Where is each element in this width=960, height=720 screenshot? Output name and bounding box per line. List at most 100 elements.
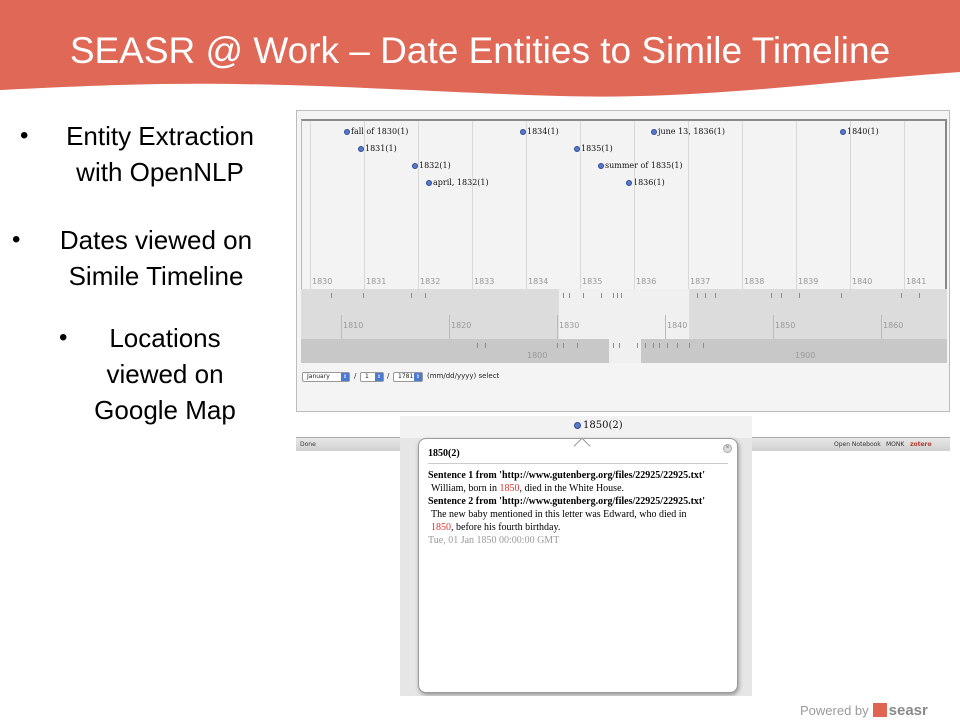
- event-tick: [771, 293, 772, 298]
- title-banner: SEASR @ Work – Date Entities to Simile T…: [0, 0, 960, 100]
- sentence-2-body: The new baby mentioned in this letter wa…: [431, 509, 687, 533]
- event-tick: [705, 293, 706, 298]
- event-marker-icon: [574, 422, 581, 429]
- event-marker-icon: [840, 129, 846, 135]
- event-tick: [667, 343, 668, 348]
- event-tick: [557, 343, 558, 348]
- bullet-dot-icon: •: [59, 324, 68, 351]
- decade-gridline: [881, 315, 882, 339]
- monk-label: MONK: [886, 441, 905, 448]
- day-select[interactable]: 1 ⇕: [360, 372, 384, 382]
- century-label: 1800: [527, 351, 548, 360]
- year-gridline: [580, 121, 581, 291]
- bullet-line: Dates viewed on: [59, 225, 253, 255]
- date-highlight: 1850: [499, 483, 520, 494]
- bullet-locations-map: • Locations viewed on Google Map: [55, 320, 275, 428]
- decade-label: 1820: [451, 321, 472, 330]
- year-label: 1837: [690, 277, 711, 286]
- event-tick: [613, 293, 614, 298]
- month-select[interactable]: January ⇕: [302, 372, 350, 382]
- decade-label: 1860: [883, 321, 904, 330]
- event-tick: [563, 293, 564, 298]
- year-label: 1830: [312, 277, 333, 286]
- open-notebook-link[interactable]: Open Notebook: [834, 441, 881, 448]
- bullet-dates-timeline: • Dates viewed on Simile Timeline: [12, 222, 300, 294]
- event-tick: [621, 293, 622, 298]
- timeline-decade-band[interactable]: 1810 1820 1830 1840 1850 1860: [301, 289, 947, 339]
- decade-label: 1810: [343, 321, 364, 330]
- event-tick: [617, 293, 618, 298]
- bullet-line: Simile Timeline: [68, 261, 244, 291]
- event-datetime: Tue, 01 Jan 1850 00:00:00 GMT: [428, 535, 560, 546]
- zotero-logo[interactable]: zotero: [910, 441, 932, 448]
- date-separator: /: [354, 372, 357, 380]
- dropdown-arrow-icon: ⇕: [341, 373, 349, 381]
- event-tick: [841, 293, 842, 298]
- popup-event-marker[interactable]: 1850(2): [574, 420, 623, 431]
- event-tick: [331, 293, 332, 298]
- year-gridline: [526, 121, 527, 291]
- event-tick: [425, 293, 426, 298]
- year-gridline: [688, 121, 689, 291]
- year-label: 1834: [528, 277, 549, 286]
- year-select[interactable]: 1781 ⇕: [393, 372, 423, 382]
- year-label: 1836: [636, 277, 657, 286]
- year-gridline: [742, 121, 743, 291]
- seasr-logo-icon: [872, 703, 887, 717]
- simile-timeline: fall of 1830(1) 1831(1) 1832(1) april, 1…: [296, 110, 950, 412]
- year-gridline: [904, 121, 905, 291]
- event-marker-icon: [344, 129, 350, 135]
- timeline-detail-band[interactable]: fall of 1830(1) 1831(1) 1832(1) april, 1…: [301, 119, 947, 301]
- year-label: 1838: [744, 277, 765, 286]
- date-format-label: (mm/dd/yyyy) select: [427, 372, 500, 380]
- year-gridline: [850, 121, 851, 291]
- bullet-dot-icon: •: [12, 226, 21, 253]
- decade-label: 1840: [667, 321, 688, 330]
- event-tick: [363, 293, 364, 298]
- year-gridline: [796, 121, 797, 291]
- event-tick: [613, 343, 614, 348]
- event-tick: [411, 293, 412, 298]
- sentence-2-title[interactable]: Sentence 2 from 'http://www.gutenberg.or…: [428, 495, 728, 508]
- event-tick: [653, 343, 654, 348]
- decade-gridline: [449, 315, 450, 339]
- timeline-event[interactable]: april, 1832(1): [426, 178, 489, 187]
- event-tick: [645, 343, 646, 348]
- slide-title: SEASR @ Work – Date Entities to Simile T…: [69, 30, 891, 71]
- event-tick: [697, 293, 698, 298]
- event-tick: [799, 293, 800, 298]
- timeline-event[interactable]: 1840(1): [840, 127, 879, 136]
- decade-label: 1850: [775, 321, 796, 330]
- event-marker-icon: [598, 163, 604, 169]
- bullet-line: Locations: [109, 323, 221, 353]
- year-label: 1833: [474, 277, 495, 286]
- bullet-dot-icon: •: [20, 122, 29, 149]
- band-highlight: [559, 289, 689, 339]
- timeline-event[interactable]: 1836(1): [626, 178, 665, 187]
- event-tick: [703, 343, 704, 348]
- decade-gridline: [341, 315, 342, 339]
- event-tick: [485, 343, 486, 348]
- event-tick: [781, 293, 782, 298]
- bullet-entity-extraction: • Entity Extraction with OpenNLP: [20, 118, 300, 190]
- event-tick: [569, 293, 570, 298]
- timeline-event[interactable]: summer of 1835(1): [598, 161, 683, 170]
- decade-gridline: [557, 315, 558, 339]
- year-label: 1835: [582, 277, 603, 286]
- year-gridline: [364, 121, 365, 291]
- seasr-brand: seasr: [888, 702, 928, 719]
- timeline-century-band[interactable]: 1800 1900: [301, 339, 947, 363]
- year-label: 1832: [420, 277, 441, 286]
- sentence-1-title[interactable]: Sentence 1 from 'http://www.gutenberg.or…: [428, 469, 728, 482]
- event-tick: [919, 293, 920, 298]
- status-text: Done: [300, 441, 316, 448]
- event-tick: [619, 343, 620, 348]
- event-tick: [659, 343, 660, 348]
- event-info-bubble: × 1850(2) Sentence 1 from 'http://www.gu…: [418, 438, 738, 693]
- year-label: 1831: [366, 277, 387, 286]
- event-marker-icon: [626, 180, 632, 186]
- timeline-event[interactable]: fall of 1830(1): [344, 127, 408, 136]
- event-tick: [901, 293, 902, 298]
- event-tick: [715, 293, 716, 298]
- year-label: 1841: [906, 277, 927, 286]
